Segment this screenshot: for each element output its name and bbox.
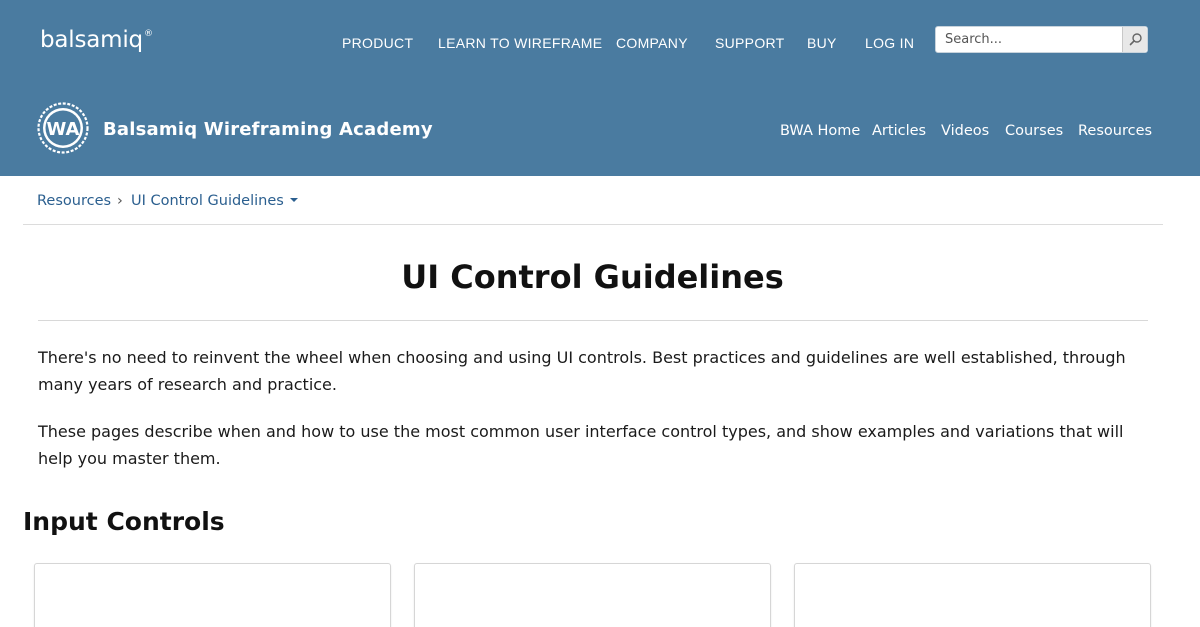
breadcrumb-divider	[23, 224, 1163, 225]
control-card[interactable]	[414, 563, 771, 627]
intro-paragraph: There's no need to reinvent the wheel wh…	[38, 348, 1126, 394]
subnav-articles[interactable]: Articles	[872, 123, 926, 139]
search-icon	[1129, 33, 1142, 46]
search-box	[935, 26, 1148, 53]
academy-title[interactable]: Balsamiq Wireframing Academy	[103, 119, 433, 140]
subnav-courses[interactable]: Courses	[1005, 123, 1063, 139]
breadcrumb-separator: ›	[117, 193, 123, 209]
balsamiq-logo[interactable]: balsamiq®	[40, 27, 153, 53]
breadcrumb-current-dropdown[interactable]: UI Control Guidelines	[131, 193, 298, 209]
page-title: UI Control Guidelines	[401, 258, 784, 296]
subnav-bwa-home[interactable]: BWA Home	[780, 123, 860, 139]
brand-name: balsamiq	[40, 27, 143, 53]
nav-learn-to-wireframe[interactable]: LEARN TO WIREFRAME	[438, 35, 602, 51]
nav-company[interactable]: COMPANY	[616, 35, 688, 51]
search-button[interactable]	[1122, 27, 1147, 52]
registered-mark: ®	[143, 29, 153, 39]
site-header: balsamiq® PRODUCT LEARN TO WIREFRAME COM…	[0, 0, 1200, 176]
control-card[interactable]	[34, 563, 391, 627]
academy-badge-icon[interactable]: WA	[37, 102, 89, 154]
nav-buy[interactable]: BUY	[807, 35, 837, 51]
nav-support[interactable]: SUPPORT	[715, 35, 785, 51]
breadcrumb-current-label: UI Control Guidelines	[131, 193, 284, 209]
title-divider	[38, 320, 1148, 321]
subnav-videos[interactable]: Videos	[941, 123, 989, 139]
academy-badge-text: WA	[47, 119, 80, 140]
breadcrumb-resources[interactable]: Resources	[37, 193, 111, 209]
section-title-input-controls: Input Controls	[23, 507, 225, 536]
nav-product[interactable]: PRODUCT	[342, 35, 413, 51]
search-input[interactable]	[936, 27, 1124, 52]
description-paragraph: These pages describe when and how to use…	[38, 422, 1124, 468]
control-card[interactable]	[794, 563, 1151, 627]
subnav-resources[interactable]: Resources	[1078, 123, 1152, 139]
nav-log-in[interactable]: LOG IN	[865, 35, 914, 51]
caret-down-icon	[289, 198, 298, 202]
